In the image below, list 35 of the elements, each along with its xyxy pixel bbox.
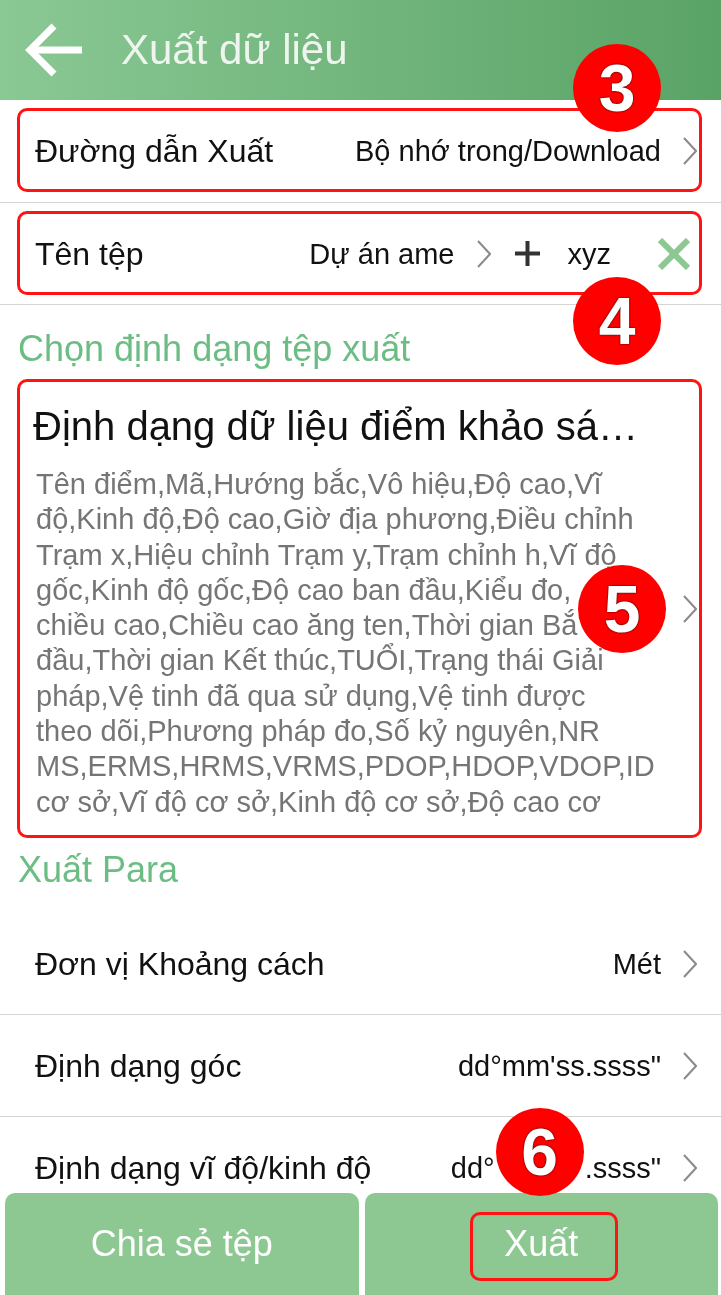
row-value[interactable]: Bộ nhớ trong/Download bbox=[355, 133, 661, 169]
plus-icon bbox=[514, 241, 540, 266]
row-label: Tên tệp bbox=[35, 234, 144, 274]
row-label: Đường dẫn Xuất bbox=[35, 132, 274, 171]
format-field-line: pháp,Vệ tinh đã qua sử dụng,Vệ tinh được bbox=[36, 678, 586, 714]
format-field-line: độ,Kinh độ,Độ cao,Giờ địa phương,Điều chỉnh bbox=[36, 502, 634, 538]
format-field-line: Tên điểm,Mã,Hướng bắc,Vô hiệu,Độ cao,Vĩ bbox=[36, 467, 602, 502]
screen-title: Xuất dữ liệu bbox=[121, 25, 348, 75]
row-value[interactable]: .ssss" bbox=[584, 1149, 661, 1186]
chevron-icon bbox=[683, 1153, 697, 1182]
step-number-badge: 6 bbox=[495, 1108, 584, 1196]
chevron-icon bbox=[683, 1051, 697, 1080]
back-icon[interactable] bbox=[25, 23, 82, 77]
row-value[interactable]: dd°mm'ss.ssss" bbox=[457, 1047, 661, 1084]
format-field-line: MS,ERMS,HRMS,VRMS,PDOP,HDOP,VDOP,ID bbox=[36, 749, 655, 785]
section-heading: Xuất Para bbox=[18, 850, 179, 890]
format-field-line: chiều cao,Chiều cao ăng ten,Thời gian Bắ bbox=[36, 608, 578, 643]
step-number-badge: 4 bbox=[573, 277, 661, 365]
row-value[interactable]: Mét bbox=[612, 945, 661, 982]
clear-icon[interactable] bbox=[658, 237, 690, 270]
format-field-line: theo dõi,Phương pháp đo,Số kỷ nguyên,NR bbox=[36, 714, 601, 750]
chevron-icon bbox=[683, 137, 697, 165]
section-heading: Chọn định dạng tệp xuất bbox=[18, 329, 411, 369]
project-name-value[interactable]: Dự án ame bbox=[309, 235, 455, 272]
row-label: Định dạng vĩ độ/kinh độ bbox=[35, 1148, 372, 1188]
chevron-icon bbox=[683, 949, 697, 978]
format-field-line: cơ sở,Vĩ độ cơ sở,Kinh độ cơ sở,Độ cao cơ bbox=[36, 784, 602, 820]
suffix-field[interactable]: xyz bbox=[567, 235, 611, 272]
row-label: Định dạng góc bbox=[35, 1046, 242, 1086]
format-field-line: gốc,Kinh độ gốc,Độ cao ban đầu,Kiểu đo, bbox=[36, 572, 572, 608]
row-value[interactable]: dd° bbox=[450, 1149, 495, 1186]
chevron-icon bbox=[476, 239, 491, 268]
row-label: Đơn vị Khoảng cách bbox=[35, 944, 325, 984]
format-title[interactable]: Định dạng dữ liệu điểm khảo sá… bbox=[33, 403, 638, 449]
chevron-icon bbox=[683, 594, 697, 623]
